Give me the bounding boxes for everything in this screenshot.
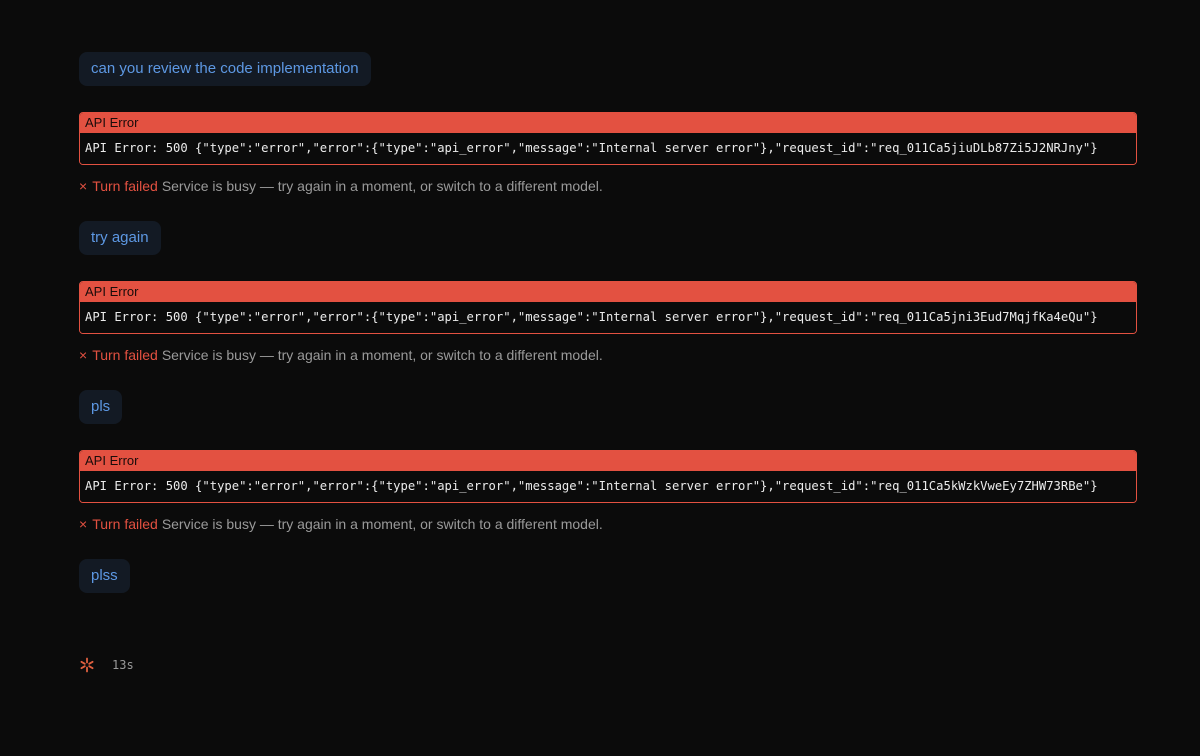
status-footer: 13s (79, 655, 134, 675)
turn-status: × Turn failed Service is busy — try again … (79, 177, 1137, 195)
turn-failed-label: Turn failed (92, 347, 158, 363)
asterisk-spinner-icon (79, 657, 95, 673)
user-message[interactable]: can you review the code implementation (79, 52, 371, 86)
api-error-body[interactable]: API Error: 500 {"type":"error","error":{… (80, 471, 1136, 502)
api-error-block: API Error API Error: 500 {"type":"error"… (79, 281, 1137, 334)
chat-transcript: can you review the code implementation A… (79, 52, 1137, 619)
turn-status-text: Service is busy — try again in a moment,… (161, 347, 603, 363)
close-icon: × (79, 178, 88, 194)
turn-status: × Turn failed Service is busy — try again … (79, 346, 1137, 364)
turn-status-text: Service is busy — try again in a moment,… (161, 516, 603, 532)
message-group: try again API Error API Error: 500 {"typ… (79, 221, 1137, 364)
close-icon: × (79, 347, 88, 363)
user-message[interactable]: pls (79, 390, 123, 424)
api-error-body[interactable]: API Error: 500 {"type":"error","error":{… (80, 302, 1136, 333)
api-error-header: API Error (80, 113, 1136, 133)
turn-status-text: Service is busy — try again in a moment,… (161, 178, 603, 194)
message-group: pls API Error API Error: 500 {"type":"er… (79, 390, 1137, 533)
user-message-pending[interactable]: plss (79, 559, 130, 593)
message-group: can you review the code implementation A… (79, 52, 1137, 195)
api-error-header: API Error (80, 451, 1136, 471)
user-message[interactable]: try again (79, 221, 161, 255)
close-icon: × (79, 516, 88, 532)
elapsed-timer: 13s (112, 658, 134, 672)
turn-failed-label: Turn failed (92, 516, 158, 532)
turn-status: × Turn failed Service is busy — try again … (79, 515, 1137, 533)
turn-failed-label: Turn failed (92, 178, 158, 194)
api-error-block: API Error API Error: 500 {"type":"error"… (79, 450, 1137, 503)
api-error-block: API Error API Error: 500 {"type":"error"… (79, 112, 1137, 165)
api-error-header: API Error (80, 282, 1136, 302)
api-error-body[interactable]: API Error: 500 {"type":"error","error":{… (80, 133, 1136, 164)
